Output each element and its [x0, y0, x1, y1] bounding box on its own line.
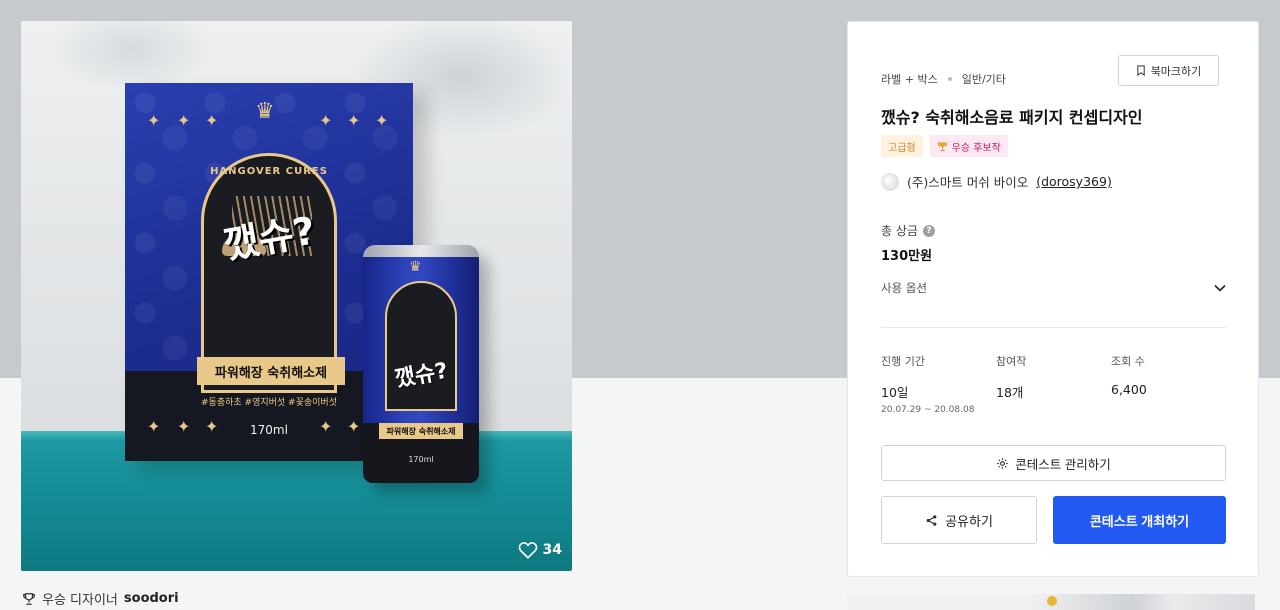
sparkle-icon: ✦ — [375, 111, 389, 130]
stats-row: 진행 기간 10일 20.07.29 ~ 20.08.08 참여작 18개 조회… — [881, 353, 1226, 415]
company-name: (주)스마트 머쉬 바이오 — [907, 175, 1029, 190]
company-info: (주)스마트 머쉬 바이오 (dorosy369) — [881, 172, 1112, 191]
product-can: ♛ 깼슈? 파워해장 숙취해소제 170ml — [363, 245, 479, 483]
host-contest-button[interactable]: 콘테스트 개최하기 — [1053, 496, 1226, 544]
contest-info-panel: 라벨 + 박스 일반/기타 북마크하기 깼슈? 숙취해소음료 패키지 컨셉디자인… — [847, 21, 1259, 577]
stat-label: 조회 수 — [1111, 355, 1145, 368]
bookmark-icon — [1136, 65, 1145, 76]
manage-contest-button[interactable]: 콘테스트 관리하기 — [881, 445, 1226, 481]
contest-title: 깼슈? 숙취해소음료 패키지 컨셉디자인 — [881, 108, 1143, 127]
help-icon[interactable]: ? — [922, 224, 935, 237]
share-label: 공유하기 — [945, 513, 993, 529]
chevron-down-icon — [1214, 284, 1226, 292]
category-breadcrumb: 라벨 + 박스 일반/기타 — [881, 71, 1006, 87]
prize-label-text: 총 상금 — [881, 224, 918, 238]
box-headline: HANGOVER CURES — [210, 166, 328, 177]
sparkle-icon: ✦ — [177, 111, 191, 130]
company-avatar — [881, 172, 899, 191]
winner-name[interactable]: soodori — [124, 591, 179, 606]
divider — [881, 327, 1226, 328]
can-volume: 170ml — [408, 455, 434, 464]
category-separator — [947, 77, 952, 81]
prize-value: 130만원 — [881, 249, 933, 264]
winner-label: 우승 디자이너 — [42, 593, 118, 608]
stat-date-range: 20.07.29 ~ 20.08.08 — [881, 405, 975, 415]
share-icon — [926, 514, 937, 526]
crown-icon: ♛ — [409, 259, 422, 275]
trophy-icon — [937, 141, 947, 151]
premium-badge: 고급형 — [881, 135, 923, 157]
stat-label: 진행 기간 — [881, 355, 925, 368]
can-ribbon: 파워해장 숙취해소제 — [379, 423, 463, 439]
category-main[interactable]: 라벨 + 박스 — [881, 71, 938, 87]
stat-value: 10일 — [881, 385, 909, 400]
stat-value: 6,400 — [1111, 382, 1147, 397]
sparkle-icon: ✦ — [205, 111, 219, 130]
heart-icon — [518, 542, 537, 559]
crown-icon: ♛ — [255, 99, 275, 124]
like-count: 34 — [542, 542, 562, 558]
company-id-link[interactable]: (dorosy369) — [1036, 174, 1112, 189]
manage-contest-label: 콘테스트 관리하기 — [1015, 457, 1111, 472]
product-image[interactable]: ♛ ✦ ✦ ✦ ✦ ✦ ✦ ✦ ✦ ✦ ✦ ✦ HANGOVER CURES 깼… — [21, 21, 572, 571]
bookmark-label: 북마크하기 — [1150, 65, 1202, 78]
bookmark-button[interactable]: 북마크하기 — [1118, 55, 1219, 86]
like-button[interactable]: 34 — [518, 541, 562, 559]
stat-label: 참여작 — [996, 355, 1027, 368]
badge-row: 고급형 우승 후보작 — [881, 135, 1008, 157]
category-sub[interactable]: 일반/기타 — [962, 71, 1006, 87]
stat-entries: 참여작 18개 — [996, 353, 1111, 415]
sparkle-icon: ✦ — [319, 111, 333, 130]
prize-label: 총 상금 ? — [881, 222, 935, 239]
host-contest-label: 콘테스트 개최하기 — [1089, 513, 1190, 529]
stat-duration: 진행 기간 10일 20.07.29 ~ 20.08.08 — [881, 353, 996, 415]
share-button[interactable]: 공유하기 — [881, 496, 1037, 544]
next-section-preview — [847, 594, 1255, 610]
options-dropdown[interactable]: 사용 옵션 — [881, 280, 1226, 296]
box-ribbon: 파워해장 숙취해소제 — [197, 357, 345, 385]
gear-icon — [997, 457, 1009, 469]
candidate-badge: 우승 후보작 — [929, 135, 1008, 157]
stat-value: 18개 — [996, 385, 1024, 400]
stat-views: 조회 수 6,400 — [1111, 353, 1226, 415]
winner-designer: 우승 디자이너 soodori — [22, 589, 179, 608]
trophy-icon — [23, 592, 35, 605]
sparkle-icon: ✦ — [347, 111, 361, 130]
sparkle-icon: ✦ — [147, 111, 161, 130]
candidate-badge-label: 우승 후보작 — [951, 142, 1001, 154]
options-label: 사용 옵션 — [881, 281, 927, 295]
